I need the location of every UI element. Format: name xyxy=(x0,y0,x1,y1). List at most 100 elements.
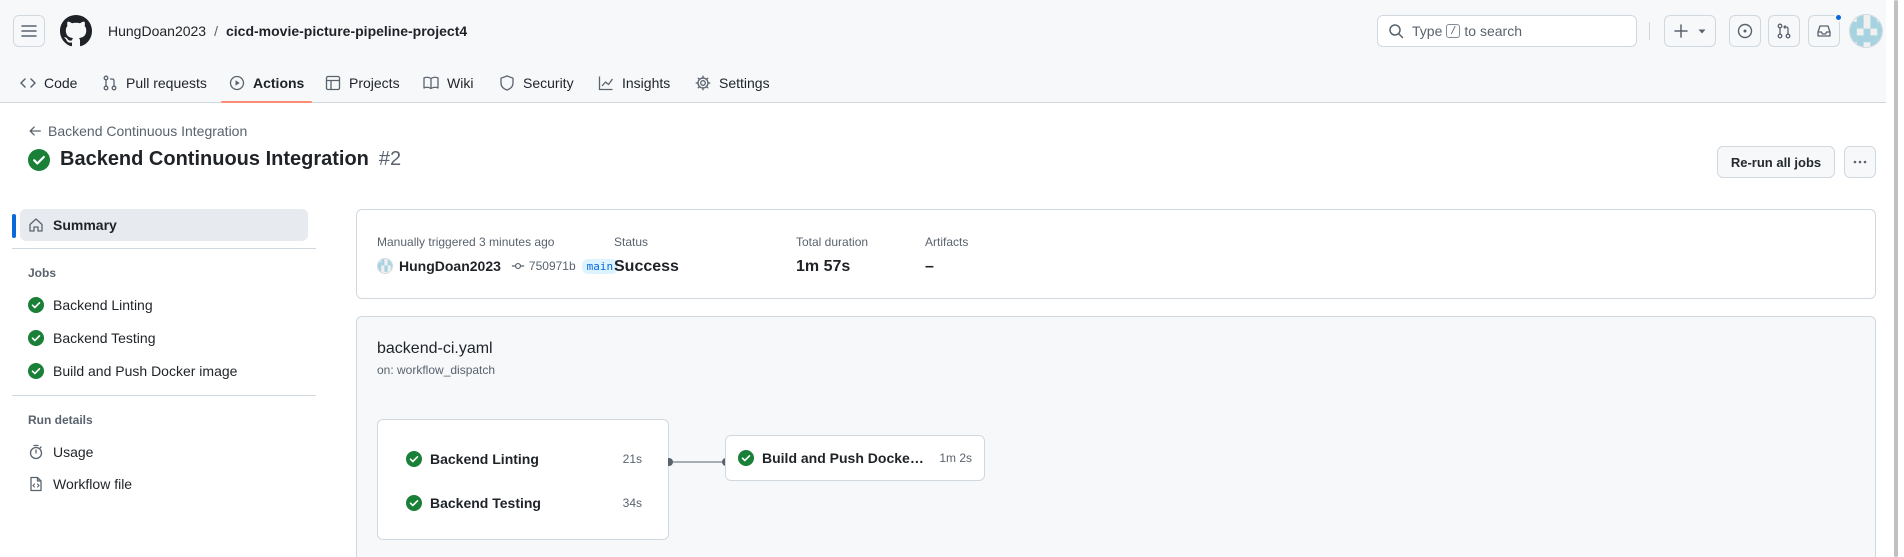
triangle-down-icon xyxy=(1698,29,1706,34)
issue-opened-icon xyxy=(1737,23,1753,39)
tab-settings-label: Settings xyxy=(719,74,770,91)
repo-nav: Code Pull requests Actions Projects Wiki… xyxy=(0,62,1904,103)
trigger-info: Manually triggered 3 minutes ago HungDoa… xyxy=(377,233,619,274)
file-code-icon xyxy=(30,476,42,492)
breadcrumb-separator: / xyxy=(214,23,218,39)
sidebar-item-label: Build and Push Docker image xyxy=(53,363,238,379)
code-icon xyxy=(20,77,36,88)
tab-code[interactable]: Code xyxy=(12,62,85,103)
back-to-workflow-link[interactable]: Backend Continuous Integration xyxy=(28,123,247,139)
sidebar-item-label: Backend Testing xyxy=(53,330,156,346)
search-input[interactable]: Type / to search xyxy=(1377,15,1637,47)
job-connector xyxy=(668,458,728,466)
github-logo-icon[interactable] xyxy=(60,15,92,47)
duration-value: 1m 57s xyxy=(796,258,851,275)
repo-name-link[interactable]: cicd-movie-picture-pipeline-project4 xyxy=(226,21,467,41)
branch-label[interactable]: main xyxy=(581,258,619,274)
job-node[interactable]: Backend Testing 34s xyxy=(406,492,642,514)
tab-insights[interactable]: Insights xyxy=(590,62,678,103)
pull-requests-button[interactable] xyxy=(1768,15,1800,47)
global-header: HungDoan2023 / cicd-movie-picture-pipeli… xyxy=(0,0,1904,103)
job-node[interactable]: Backend Linting 21s xyxy=(406,448,642,470)
artifacts-info: Artifacts – xyxy=(925,233,968,276)
repo-owner-link[interactable]: HungDoan2023 xyxy=(108,21,206,41)
tab-pull-requests-label: Pull requests xyxy=(126,74,207,91)
tab-security-label: Security xyxy=(523,74,574,91)
check-circle-fill-icon xyxy=(738,450,754,466)
page-scrollbar-thumb[interactable] xyxy=(1894,0,1898,557)
rerun-all-jobs-button[interactable]: Re-run all jobs xyxy=(1717,146,1835,178)
tab-settings[interactable]: Settings xyxy=(687,62,778,103)
more-options-button[interactable] xyxy=(1844,146,1876,178)
header-top-row: HungDoan2023 / cicd-movie-picture-pipeli… xyxy=(0,0,1904,62)
tab-actions[interactable]: Actions xyxy=(221,62,313,103)
search-placeholder-prefix: Type xyxy=(1412,23,1443,39)
menu-button[interactable] xyxy=(13,15,45,47)
commit-link[interactable]: 750971b xyxy=(511,259,576,273)
sidebar-item-workflow-file[interactable]: Workflow file xyxy=(20,468,308,500)
tab-code-label: Code xyxy=(44,74,78,91)
job-name: Backend Testing xyxy=(430,495,541,511)
check-circle-fill-icon xyxy=(28,363,44,379)
inbox-icon xyxy=(1817,25,1831,37)
header-divider xyxy=(1649,22,1650,40)
status-value: Success xyxy=(614,258,679,275)
search-icon xyxy=(1389,24,1404,39)
job-duration: 1m 2s xyxy=(939,451,972,465)
workflow-file-name[interactable]: backend-ci.yaml xyxy=(377,340,493,358)
sidebar-item-job[interactable]: Build and Push Docker image xyxy=(20,355,308,387)
git-pull-request-icon xyxy=(1777,23,1791,39)
plus-icon xyxy=(1674,24,1688,38)
check-circle-fill-icon xyxy=(406,495,422,511)
sidebar-selected-indicator xyxy=(12,214,16,238)
sidebar-item-usage[interactable]: Usage xyxy=(20,436,308,468)
sidebar-item-summary[interactable]: Summary xyxy=(20,209,308,241)
stopwatch-icon xyxy=(29,444,43,460)
back-link-label: Backend Continuous Integration xyxy=(48,123,248,139)
workflow-graph: backend-ci.yaml on: workflow_dispatch Ba… xyxy=(356,316,1876,557)
status-label: Status xyxy=(614,235,649,249)
run-summary-card: Manually triggered 3 minutes ago HungDoa… xyxy=(356,209,1876,299)
check-circle-fill-icon xyxy=(406,451,422,467)
actor-avatar[interactable] xyxy=(377,258,393,274)
job-node[interactable]: Build and Push Docker i... 1m 2s xyxy=(725,435,985,481)
notification-indicator xyxy=(1834,13,1843,22)
tab-wiki[interactable]: Wiki xyxy=(415,62,481,103)
table-icon xyxy=(325,75,341,90)
sidebar-item-label: Summary xyxy=(53,217,117,233)
actor-link[interactable]: HungDoan2023 xyxy=(399,258,501,274)
sidebar-item-job[interactable]: Backend Linting xyxy=(20,289,308,321)
shield-icon xyxy=(500,74,514,91)
check-circle-fill-icon xyxy=(28,297,44,313)
tab-pull-requests[interactable]: Pull requests xyxy=(94,62,215,103)
tab-projects[interactable]: Projects xyxy=(317,62,408,103)
check-circle-fill-icon xyxy=(28,148,50,171)
book-icon xyxy=(423,76,439,89)
workflow-trigger: on: workflow_dispatch xyxy=(377,363,496,377)
search-placeholder-suffix: to search xyxy=(1464,23,1522,39)
job-name: Build and Push Docker i... xyxy=(762,450,926,466)
issues-button[interactable] xyxy=(1729,15,1761,47)
page-title: Backend Continuous Integration #2 xyxy=(28,148,401,171)
create-new-button[interactable] xyxy=(1664,15,1716,47)
git-commit-icon xyxy=(511,262,525,270)
status-info: Status Success xyxy=(614,233,679,276)
commit-sha: 750971b xyxy=(528,259,576,273)
job-duration: 21s xyxy=(622,452,642,466)
active-tab-underline xyxy=(221,101,313,103)
sidebar-divider xyxy=(12,248,316,249)
check-circle-fill-icon xyxy=(28,330,44,346)
tab-insights-label: Insights xyxy=(622,74,671,91)
tab-security[interactable]: Security xyxy=(491,62,582,103)
sidebar-item-job[interactable]: Backend Testing xyxy=(20,322,308,354)
tab-actions-label: Actions xyxy=(253,74,305,91)
tab-projects-label: Projects xyxy=(349,74,400,91)
user-avatar[interactable] xyxy=(1849,14,1883,48)
artifacts-value: – xyxy=(925,258,934,275)
hamburger-icon xyxy=(21,25,37,37)
sidebar-heading-run-details: Run details xyxy=(28,413,93,427)
sidebar-item-label: Workflow file xyxy=(53,476,133,492)
artifacts-label: Artifacts xyxy=(925,235,969,249)
sidebar-item-label: Backend Linting xyxy=(53,297,153,313)
repo-breadcrumb: HungDoan2023 / cicd-movie-picture-pipeli… xyxy=(108,21,467,41)
